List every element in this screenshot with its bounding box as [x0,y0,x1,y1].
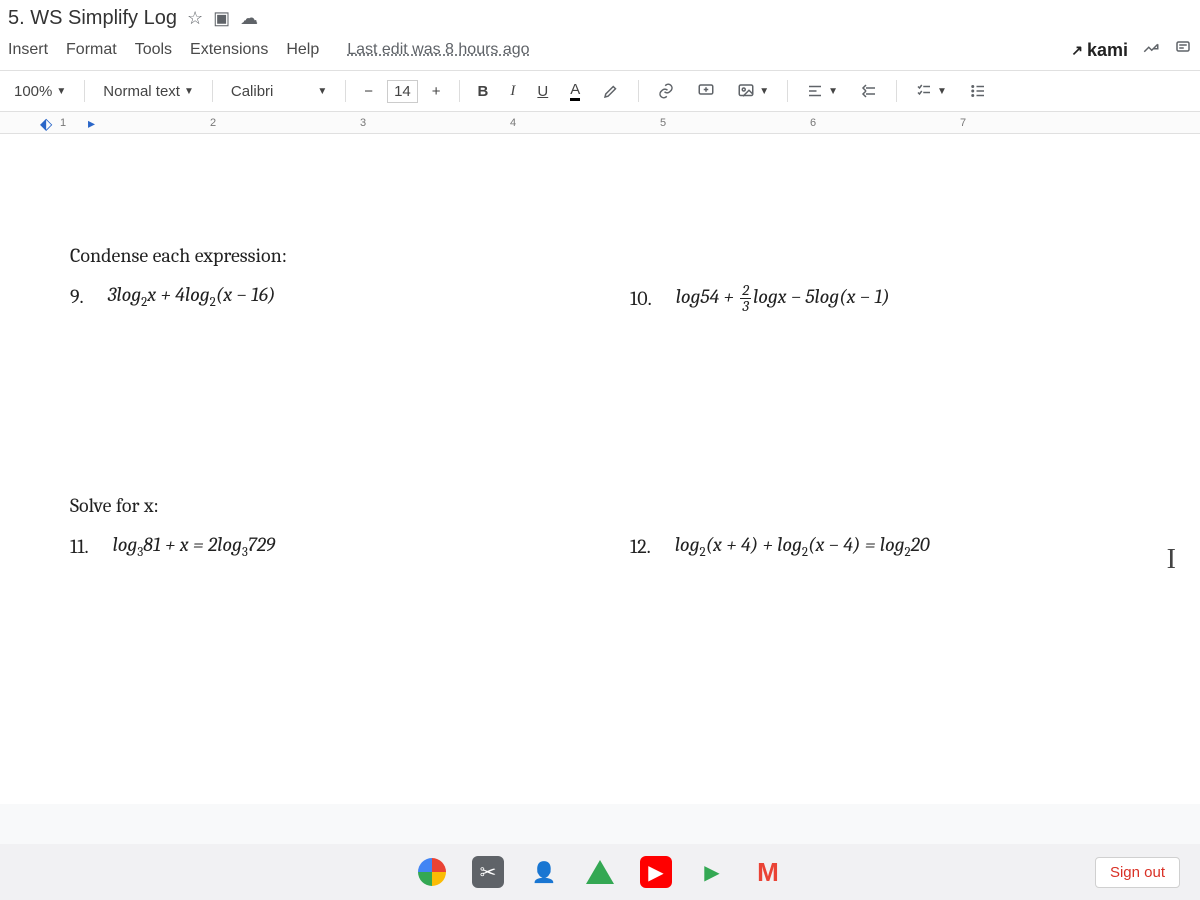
play-app-icon[interactable]: ▶ [696,856,728,888]
editing-mode-icon[interactable] [1142,39,1160,62]
menu-tools[interactable]: Tools [135,41,172,59]
snip-app-icon[interactable]: ✂ [472,856,504,888]
problem-10: 10. log54 + 23logx − 5log(x − 1) [630,283,1130,314]
menu-bar: Insert Format Tools Extensions Help Last… [0,36,1200,70]
insert-link-button[interactable] [649,78,683,104]
font-size-decrease[interactable]: − [356,79,381,104]
checklist-button[interactable]: ▼ [907,78,955,104]
move-icon[interactable]: ▣ [213,8,230,29]
section-heading-solve: Solve for x: [70,494,1130,517]
problem-12: 12. log2(x + 4) + log2(x − 4) = log220 [630,533,1130,560]
formatting-toolbar: 100%▼ Normal text▼ Calibri▼ − 14 + B I U… [0,70,1200,112]
comment-history-icon[interactable] [1174,39,1192,62]
menu-format[interactable]: Format [66,41,117,59]
bold-button[interactable]: B [470,79,497,104]
highlight-button[interactable] [594,78,628,104]
chrome-app-icon[interactable] [416,856,448,888]
insert-image-button[interactable]: ▼ [729,78,777,104]
document-title[interactable]: 5. WS Simplify Log [8,7,177,30]
youtube-app-icon[interactable]: ▶ [640,856,672,888]
font-size-increase[interactable]: + [424,79,449,104]
underline-button[interactable]: U [529,79,556,104]
text-cursor: I [1167,544,1176,576]
left-indent-marker[interactable]: ⬖ [40,114,52,134]
add-comment-button[interactable] [689,78,723,104]
bulleted-list-button[interactable] [961,78,995,104]
title-bar: 5. WS Simplify Log ☆ ▣ ☁ [0,0,1200,36]
last-edit-link[interactable]: Last edit was 8 hours ago [347,41,529,59]
cloud-icon[interactable]: ☁ [240,8,258,29]
drive-app-icon[interactable] [584,856,616,888]
ruler[interactable]: ⬖ ▸ 1 2 3 4 5 6 7 [0,112,1200,134]
italic-button[interactable]: I [502,79,523,104]
contacts-app-icon[interactable]: 👤 [528,856,560,888]
line-spacing-button[interactable] [852,78,886,104]
font-dropdown[interactable]: Calibri▼ [223,79,335,104]
section-heading-condense: Condense each expression: [70,244,1130,267]
text-color-button[interactable]: A [562,77,588,105]
star-icon[interactable]: ☆ [187,8,203,29]
document-canvas[interactable]: Condense each expression: 9. 3log2x + 4l… [0,134,1200,804]
title-icons: ☆ ▣ ☁ [187,8,258,29]
kami-extension-button[interactable]: ↗ kami [1071,40,1128,61]
menu-extensions[interactable]: Extensions [190,41,268,59]
problem-11: 11. log381 + x = 2log3729 [70,533,570,560]
font-size-input[interactable]: 14 [387,80,418,103]
taskbar: ✂ 👤 ▶ ▶ M Sign out [0,844,1200,900]
menu-insert[interactable]: Insert [8,41,48,59]
sign-out-button[interactable]: Sign out [1095,857,1180,888]
menu-help[interactable]: Help [286,41,319,59]
external-link-icon: ↗ [1071,42,1083,59]
problem-9: 9. 3log2x + 4log2(x − 16) [70,283,570,310]
gmail-app-icon[interactable]: M [752,856,784,888]
zoom-dropdown[interactable]: 100%▼ [6,79,74,104]
align-button[interactable]: ▼ [798,78,846,104]
paragraph-style-dropdown[interactable]: Normal text▼ [95,79,202,104]
